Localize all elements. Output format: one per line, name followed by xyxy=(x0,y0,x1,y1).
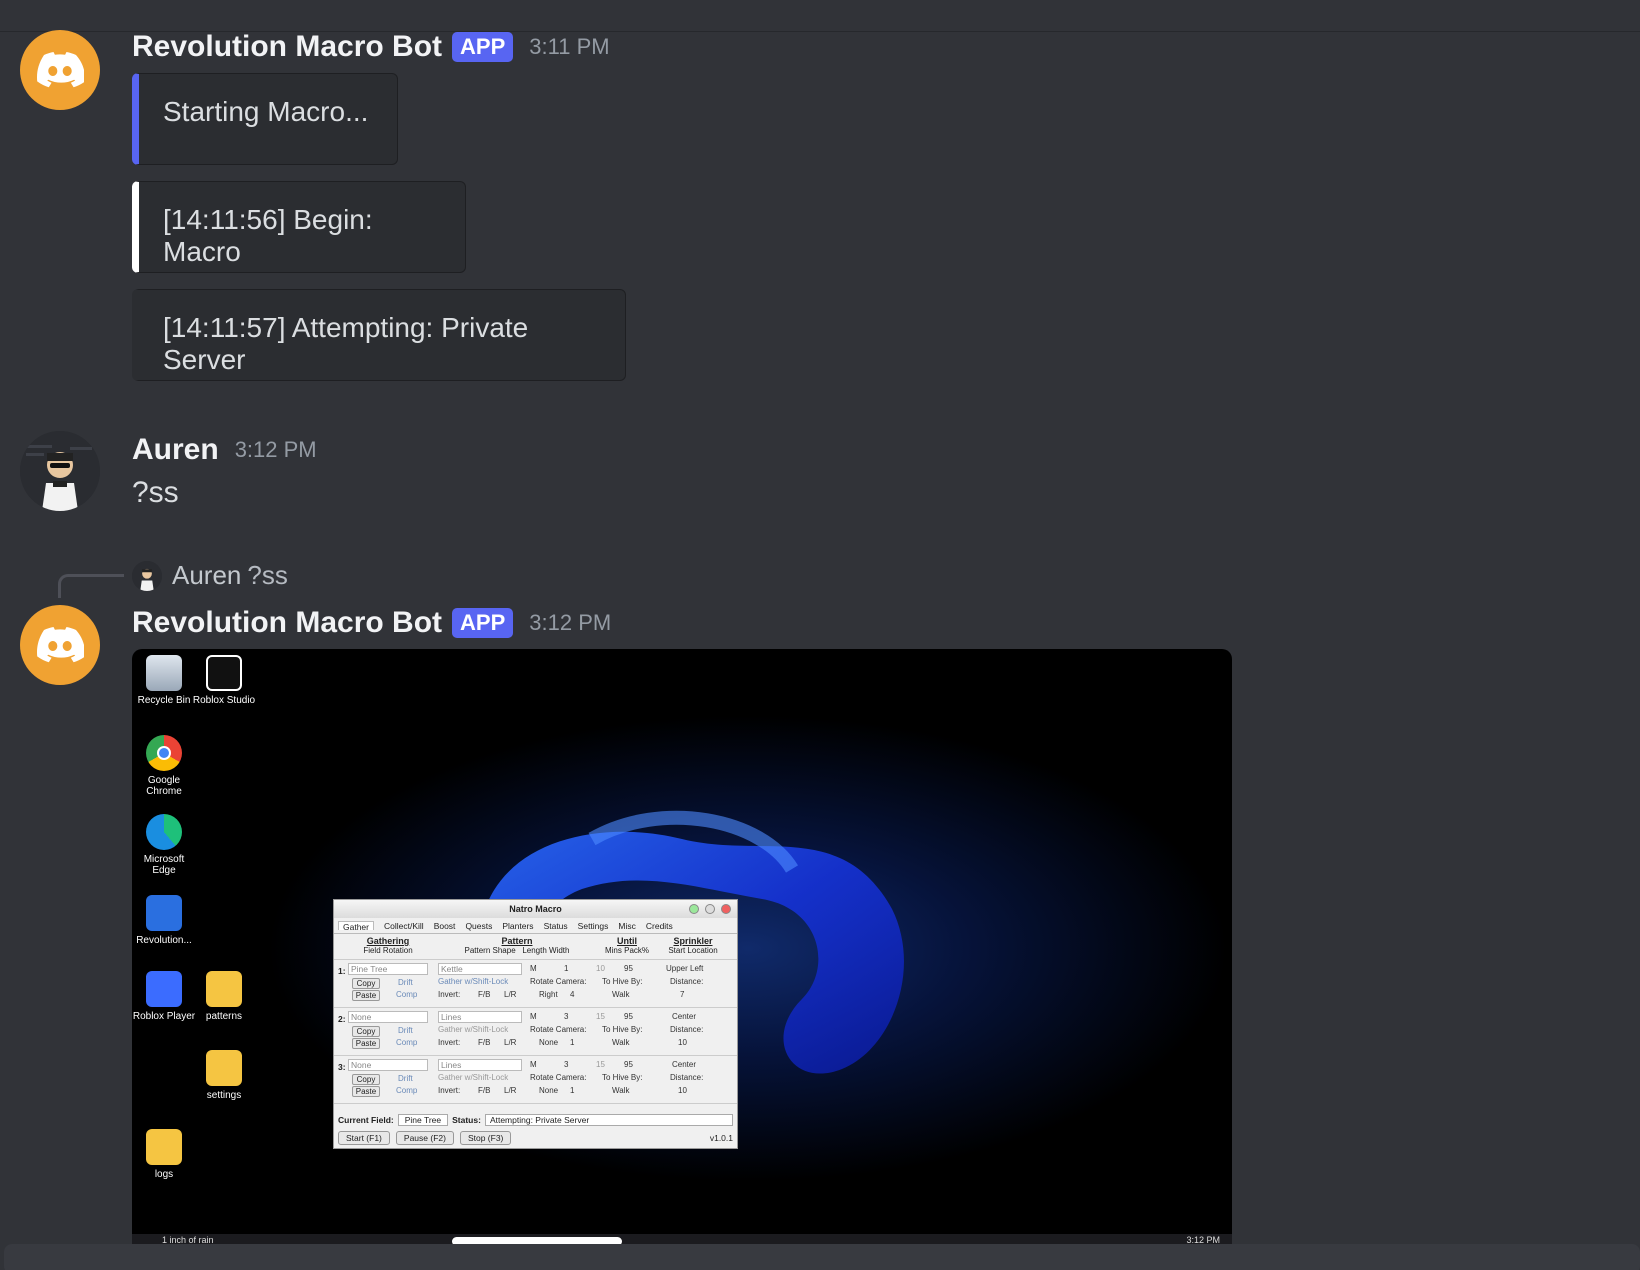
natro-field-row: 3: None Lines M 3 15 95 Center Copy Past… xyxy=(334,1056,737,1104)
stop-button[interactable]: Stop (F3) xyxy=(459,1131,512,1145)
paste-button[interactable]: Paste xyxy=(352,1086,380,1097)
tab-status[interactable]: Status xyxy=(544,921,568,931)
author-name[interactable]: Auren xyxy=(132,433,219,467)
embed-begin: [14:11:56] Begin: Macro xyxy=(132,181,466,273)
window-controls xyxy=(689,904,731,914)
app-badge: APP xyxy=(452,32,514,62)
copy-button[interactable]: Copy xyxy=(352,1074,380,1085)
reply-avatar xyxy=(132,560,162,591)
natro-macro-window: Natro Macro Gather Collect/Kill Boost Qu… xyxy=(333,899,738,1149)
author-name[interactable]: Revolution Macro Bot xyxy=(132,606,442,640)
desktop-icon-patterns-folder[interactable]: patterns xyxy=(192,971,256,1022)
desktop-icon-roblox-player[interactable]: Roblox Player xyxy=(132,971,196,1022)
field-select[interactable]: Pine Tree xyxy=(348,963,428,975)
desktop-icon-chrome[interactable]: Google Chrome xyxy=(132,735,196,797)
reply-preview[interactable]: Auren ?ss xyxy=(132,560,288,591)
natro-tabs: Gather Collect/Kill Boost Quests Planter… xyxy=(334,918,737,934)
embed-text: [14:11:57] Attempting: Private Server xyxy=(163,312,529,375)
reply-text: ?ss xyxy=(247,560,288,590)
embed-text: Starting Macro... xyxy=(163,96,369,127)
natro-status-area: Current Field: Pine Tree Status: Attempt… xyxy=(338,1114,733,1145)
tab-quests[interactable]: Quests xyxy=(465,921,492,931)
channel-top-bar xyxy=(0,0,1640,32)
desktop-icon-roblox-studio[interactable]: Roblox Studio xyxy=(192,655,256,706)
tab-misc[interactable]: Misc xyxy=(618,921,635,931)
start-button[interactable]: Start (F1) xyxy=(338,1131,390,1145)
tab-collect-kill[interactable]: Collect/Kill xyxy=(384,921,424,931)
message-header: Revolution Macro Bot APP 3:11 PM xyxy=(132,30,610,64)
desktop-icon-settings-folder[interactable]: settings xyxy=(192,1050,256,1101)
tab-credits[interactable]: Credits xyxy=(646,921,673,931)
maximize-icon[interactable] xyxy=(705,904,715,914)
pattern-select[interactable]: Lines xyxy=(438,1011,522,1023)
version-label: v1.0.1 xyxy=(709,1133,733,1143)
bot-avatar[interactable] xyxy=(20,30,100,110)
message-header: Auren 3:12 PM xyxy=(132,433,317,467)
paste-button[interactable]: Paste xyxy=(352,1038,380,1049)
author-name[interactable]: Revolution Macro Bot xyxy=(132,30,442,64)
close-icon[interactable] xyxy=(721,904,731,914)
recycle-bin-icon xyxy=(146,655,182,691)
edge-icon xyxy=(146,814,182,850)
discord-logo-icon xyxy=(37,52,84,88)
copy-button[interactable]: Copy xyxy=(352,1026,380,1037)
embed-text: [14:11:56] Begin: Macro xyxy=(163,204,373,267)
current-field-value[interactable]: Pine Tree xyxy=(397,1114,449,1126)
tab-boost[interactable]: Boost xyxy=(434,921,456,931)
pattern-select[interactable]: Kettle xyxy=(438,963,522,975)
desktop-icon-revolution[interactable]: Revolution... xyxy=(132,895,196,946)
desktop-icon-recycle-bin[interactable]: Recycle Bin xyxy=(132,655,196,706)
timestamp[interactable]: 3:12 PM xyxy=(529,610,611,636)
field-select[interactable]: None xyxy=(348,1011,428,1023)
natro-column-headers: Gathering Field Rotation Pattern Pattern S… xyxy=(334,934,737,960)
revolution-icon xyxy=(146,895,182,931)
paste-button[interactable]: Paste xyxy=(352,990,380,1001)
timestamp[interactable]: 3:11 PM xyxy=(529,34,609,60)
message-input-bar[interactable] xyxy=(4,1244,1640,1270)
screenshot-attachment[interactable]: Recycle Bin Roblox Studio Google Chrome … xyxy=(132,649,1232,1248)
bot-avatar[interactable] xyxy=(20,605,100,685)
tab-settings[interactable]: Settings xyxy=(578,921,609,931)
pattern-select[interactable]: Lines xyxy=(438,1059,522,1071)
tab-gather[interactable]: Gather xyxy=(338,921,374,932)
pause-button[interactable]: Pause (F2) xyxy=(395,1131,454,1145)
tab-planters[interactable]: Planters xyxy=(502,921,533,931)
chrome-icon xyxy=(146,735,182,771)
desktop-icon-edge[interactable]: Microsoft Edge xyxy=(132,814,196,876)
discord-logo-icon xyxy=(37,627,84,663)
natro-field-row: 1: Pine Tree Kettle M 1 10 95 Upper Left… xyxy=(334,960,737,1008)
folder-icon xyxy=(206,1050,242,1086)
natro-field-row: 2: None Lines M 3 15 95 Center Copy Past… xyxy=(334,1008,737,1056)
roblox-studio-icon xyxy=(206,655,242,691)
folder-icon xyxy=(206,971,242,1007)
field-select[interactable]: None xyxy=(348,1059,428,1071)
message-header: Revolution Macro Bot APP 3:12 PM xyxy=(132,606,611,640)
folder-icon xyxy=(146,1129,182,1165)
minimize-icon[interactable] xyxy=(689,904,699,914)
reply-author: Auren xyxy=(172,560,242,590)
message-text: ?ss xyxy=(132,476,179,509)
timestamp[interactable]: 3:12 PM xyxy=(235,437,317,463)
roblox-player-icon xyxy=(146,971,182,1007)
embed-starting: Starting Macro... xyxy=(132,73,398,165)
reply-connector xyxy=(58,574,124,598)
embed-attempting: [14:11:57] Attempting: Private Server xyxy=(132,289,626,381)
status-value: Attempting: Private Server xyxy=(484,1114,733,1126)
app-badge: APP xyxy=(452,608,514,638)
user-avatar[interactable] xyxy=(20,431,100,511)
user-avatar-image xyxy=(20,431,100,511)
copy-button[interactable]: Copy xyxy=(352,978,380,989)
natro-title-bar[interactable]: Natro Macro xyxy=(334,900,737,918)
desktop-icon-logs-folder[interactable]: logs xyxy=(132,1129,196,1180)
